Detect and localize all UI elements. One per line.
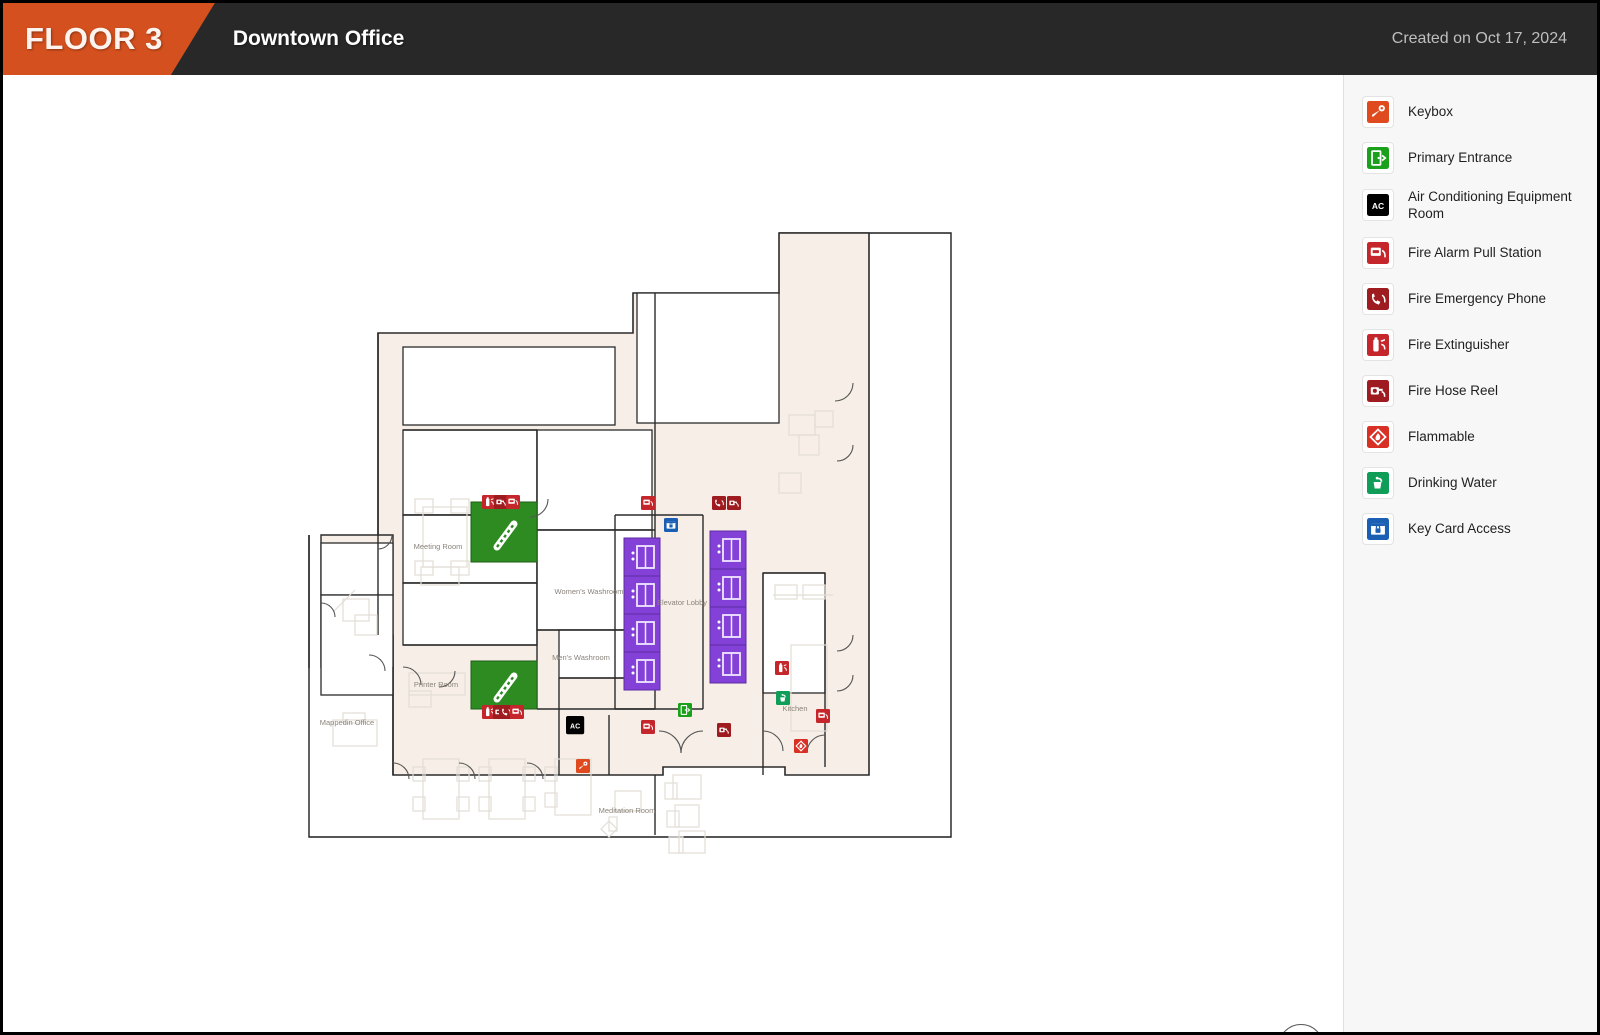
marker-fire-hose-reel (716, 722, 732, 738)
legend-item-fire-hose-reel[interactable]: Fire Hose Reel (1344, 368, 1597, 414)
elevator-car (709, 530, 747, 570)
elevator-car (623, 651, 661, 691)
elevator-bank-right[interactable] (709, 530, 747, 684)
created-on-text: Created on Oct 17, 2024 (1391, 30, 1567, 47)
legend-item-fire-emergency-phone[interactable]: Fire Emergency Phone (1344, 276, 1597, 322)
marker-key-card-access (663, 517, 679, 533)
keybox-icon (1362, 96, 1394, 128)
legend-panel[interactable]: Keybox Primary Entrance Air Conditioning… (1343, 75, 1597, 1032)
marker-flammable (793, 738, 809, 754)
marker-drinking-water (775, 690, 791, 706)
marker-fire-alarm-pull (640, 719, 656, 735)
drinking-water-icon (1362, 466, 1394, 499)
legend-item-key-card-access[interactable]: Key Card Access (1344, 506, 1597, 552)
page-title: Downtown Office (232, 27, 405, 50)
legend-item-label: Air Conditioning Equipment Room (1408, 189, 1572, 222)
room-label: Meditation Room (599, 806, 656, 815)
key-card-access-icon (1362, 512, 1394, 545)
legend-item-label: Fire Alarm Pull Station (1408, 244, 1542, 260)
elevator-car (623, 575, 661, 615)
room-label: Mappedin Office (320, 718, 374, 727)
legend-item-label: Flammable (1408, 428, 1475, 444)
marker-fire-alarm-pull (815, 708, 831, 724)
marker-fire-extinguisher (774, 660, 790, 676)
marker-fire-extinguisher (481, 494, 497, 510)
room-label: Meeting Room (414, 542, 463, 551)
flammable-icon (1362, 420, 1394, 453)
primary-entrance-icon (1362, 142, 1394, 174)
elevator-car (623, 613, 661, 653)
marker-fire-hose-reel (493, 494, 509, 510)
marker-fire-phone (711, 495, 727, 511)
legend-item-label: Fire Extinguisher (1408, 336, 1510, 352)
legend-item-fire-alarm-pull-station[interactable]: Fire Alarm Pull Station (1344, 230, 1597, 276)
elevator-car (709, 644, 747, 684)
room-label: Women's Washroom (555, 587, 624, 596)
fire-hose-reel-icon (1362, 374, 1394, 407)
ac-icon (1362, 189, 1394, 222)
elevator-car (709, 606, 747, 646)
legend-item-ac-equipment-room[interactable]: Air Conditioning Equipment Room (1344, 181, 1597, 230)
elevator-car (623, 537, 661, 577)
marker-primary-entrance (677, 702, 693, 718)
legend-item-label: Primary Entrance (1408, 150, 1513, 166)
fire-phone-icon (1362, 282, 1394, 315)
legend-item-flammable[interactable]: Flammable (1344, 414, 1597, 460)
marker-fire-hose-reel (726, 495, 742, 511)
stairwell-north (470, 501, 538, 563)
room-label: Elevator Lobby (657, 598, 707, 607)
floorplan-svg: AC Meeting Room Printer Room Women's Was… (308, 232, 952, 854)
fire-alarm-pull-icon (1362, 236, 1394, 269)
room-label: Printer Room (414, 680, 458, 689)
legend-item-fire-extinguisher[interactable]: Fire Extinguisher (1344, 322, 1597, 368)
compass-needle-icon: N (1284, 1030, 1318, 1035)
marker-fire-alarm-pull (509, 704, 525, 720)
floorplan-app: FLOOR 3 Downtown Office Created on Oct 1… (0, 0, 1600, 1035)
stairwell-south (470, 660, 538, 710)
fire-extinguisher-icon (1362, 328, 1394, 361)
marker-ac-equipment-room (566, 716, 585, 735)
legend-item-primary-entrance[interactable]: Primary Entrance (1344, 135, 1597, 181)
marker-keybox (576, 759, 590, 773)
legend-item-label: Key Card Access (1408, 520, 1511, 536)
app-header: FLOOR 3 Downtown Office Created on Oct 1… (3, 3, 1597, 75)
legend-item-label: Drinking Water (1408, 474, 1497, 490)
floor-tab[interactable]: FLOOR 3 (3, 3, 215, 75)
legend-item-keybox[interactable]: Keybox (1344, 89, 1597, 135)
legend-item-label: Keybox (1408, 104, 1454, 120)
legend-item-drinking-water[interactable]: Drinking Water (1344, 460, 1597, 506)
floor-tab-label: FLOOR 3 (25, 21, 163, 56)
room-label: Kitchen (782, 704, 807, 713)
legend-item-label: Fire Hose Reel (1408, 382, 1499, 398)
marker-fire-alarm-pull (505, 494, 521, 510)
map-canvas[interactable]: AC Meeting Room Printer Room Women's Was… (3, 75, 1343, 1035)
room-label: Men's Washroom (552, 653, 610, 662)
legend-item-label: Fire Emergency Phone (1408, 290, 1547, 306)
marker-fire-alarm-pull (640, 495, 656, 511)
elevator-car (709, 568, 747, 608)
elevator-bank-left[interactable] (623, 537, 661, 691)
